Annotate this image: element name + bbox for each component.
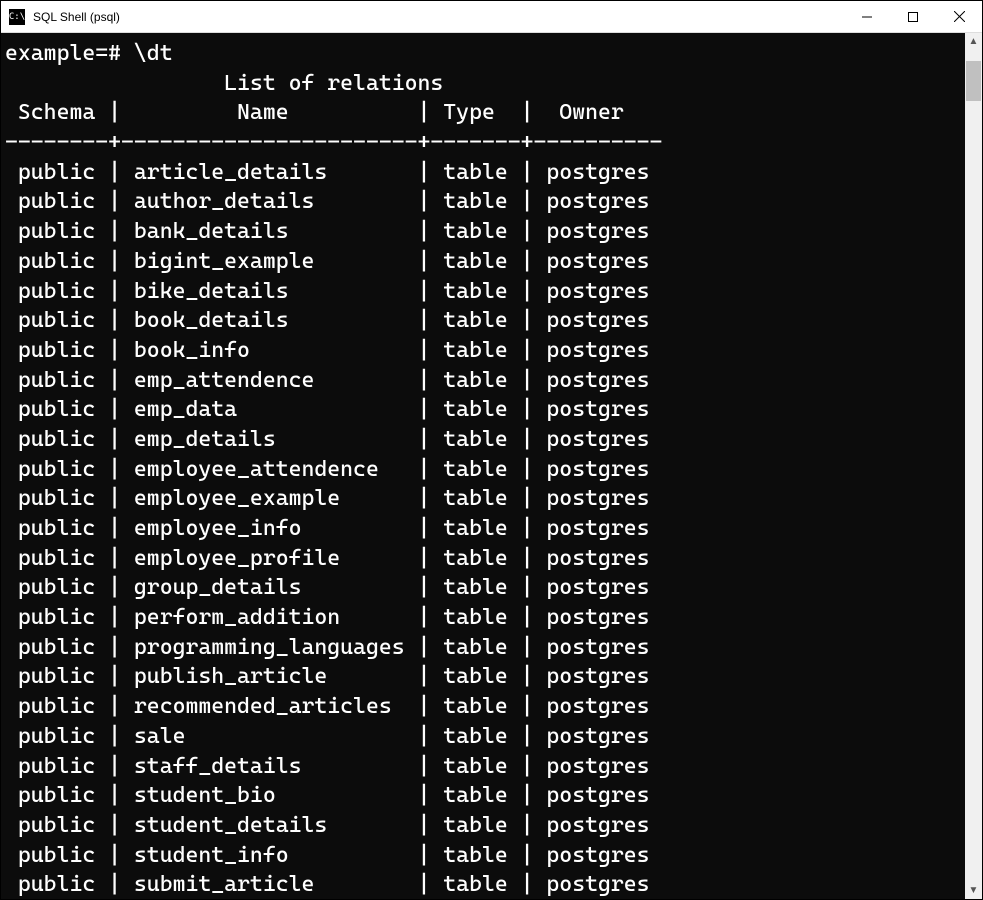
scroll-up-arrow[interactable]: ▲ (965, 33, 982, 50)
maximize-button[interactable] (890, 1, 936, 33)
terminal-output[interactable]: example=# \dt List of relations Schema |… (1, 33, 965, 899)
scroll-thumb[interactable] (966, 61, 981, 101)
scroll-down-arrow[interactable]: ▼ (965, 882, 982, 899)
window-controls (844, 1, 982, 33)
app-icon: C:\ (9, 9, 25, 25)
minimize-button[interactable] (844, 1, 890, 33)
window-title: SQL Shell (psql) (33, 10, 120, 24)
vertical-scrollbar[interactable]: ▲ ▼ (965, 33, 982, 899)
window-titlebar: C:\ SQL Shell (psql) (1, 1, 982, 33)
close-button[interactable] (936, 1, 982, 33)
